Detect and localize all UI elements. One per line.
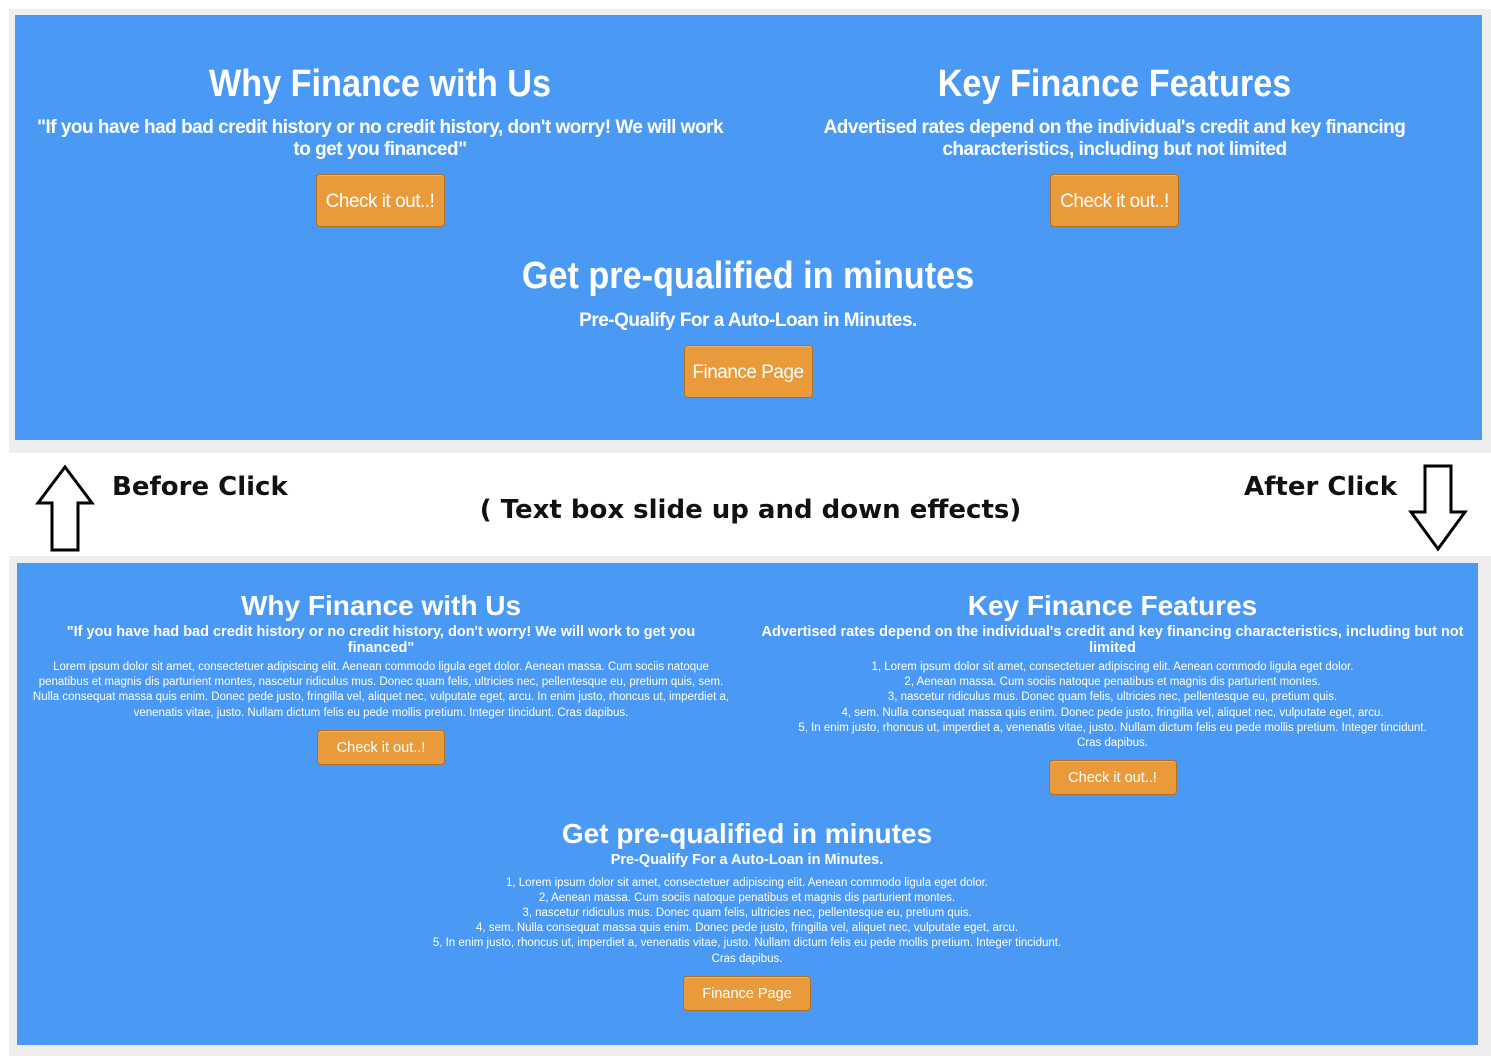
list-item: Cras dapibus. (711, 952, 783, 965)
key-features-subtitle: Advertised rates depend on the individua… (823, 117, 1406, 160)
why-finance-check-button-expanded[interactable]: Check it out..! (317, 729, 445, 765)
key-features-title-expanded: Key Finance Features (967, 590, 1258, 621)
why-finance-title: Why Finance with Us (208, 63, 552, 105)
prequalify-title: Get pre-qualified in minutes (521, 255, 975, 297)
prequalify-list: 1, Lorem ipsum dolor sit amet, consectet… (397, 876, 1097, 967)
list-item: 1, Lorem ipsum dolor sit amet, consectet… (506, 876, 988, 889)
key-features-check-button-expanded[interactable]: Check it out..! (1048, 760, 1177, 796)
key-features-check-button[interactable]: Check it out..! (1050, 174, 1179, 227)
why-finance-section: Why Finance with Us "If you have had bad… (35, 62, 725, 227)
why-finance-title-expanded: Why Finance with Us (240, 590, 522, 621)
list-item: 3, nascetur ridiculus mus. Donec quam fe… (887, 691, 1338, 704)
list-item: 2, Aenean massa. Cum sociis natoque pena… (538, 891, 956, 904)
list-item: Cras dapibus. (1077, 737, 1148, 750)
prequalify-section: Get pre-qualified in minutes Pre-Qualify… (398, 254, 1098, 398)
list-item: 4, sem. Nulla consequat massa quis enim.… (475, 922, 1019, 935)
key-features-subtitle-expanded: Advertised rates depend on the individua… (761, 624, 1464, 656)
prequalify-subtitle: Pre-Qualify For a Auto-Loan in Minutes. (579, 310, 917, 331)
why-finance-body: Lorem ipsum dolor sit amet, consectetuer… (32, 661, 730, 719)
list-item: 5, In enim justo, rhoncus ut, imperdiet … (798, 721, 1427, 734)
list-item: 5, In enim justo, rhoncus ut, imperdiet … (432, 937, 1062, 950)
key-features-section: Key Finance Features Advertised rates de… (763, 62, 1466, 227)
key-features-section-expanded: Key Finance Features Advertised rates de… (760, 590, 1465, 796)
why-finance-subtitle-expanded: "If you have had bad credit history or n… (66, 624, 696, 656)
finance-page-button[interactable]: Finance Page (683, 345, 813, 398)
list-item: 2, Aenean massa. Cum sociis natoque pena… (904, 676, 1321, 689)
why-finance-section-expanded: Why Finance with Us "If you have had bad… (31, 590, 731, 765)
why-finance-subtitle: "If you have had bad credit history or n… (36, 117, 724, 160)
prequalify-subtitle-expanded: Pre-Qualify For a Auto-Loan in Minutes. (610, 852, 884, 868)
why-finance-check-button[interactable]: Check it out..! (315, 174, 445, 227)
down-arrow-icon (1408, 464, 1468, 552)
list-item: 3, nascetur ridiculus mus. Donec quam fe… (522, 906, 972, 919)
list-item: 1, Lorem ipsum dolor sit amet, consectet… (871, 661, 1354, 673)
prequalify-section-expanded: Get pre-qualified in minutes Pre-Qualify… (397, 818, 1097, 1011)
list-item: 4, sem. Nulla consequat massa quis enim.… (841, 706, 1384, 719)
before-panel: Why Finance with Us "If you have had bad… (15, 15, 1482, 440)
finance-page-button-expanded[interactable]: Finance Page (683, 975, 811, 1011)
after-panel: Why Finance with Us "If you have had bad… (17, 563, 1478, 1045)
prequalify-title-expanded: Get pre-qualified in minutes (561, 818, 933, 849)
key-features-list: 1, Lorem ipsum dolor sit amet, consectet… (760, 660, 1465, 751)
after-click-label: After Click (1244, 472, 1397, 502)
key-features-title: Key Finance Features (937, 63, 1292, 105)
